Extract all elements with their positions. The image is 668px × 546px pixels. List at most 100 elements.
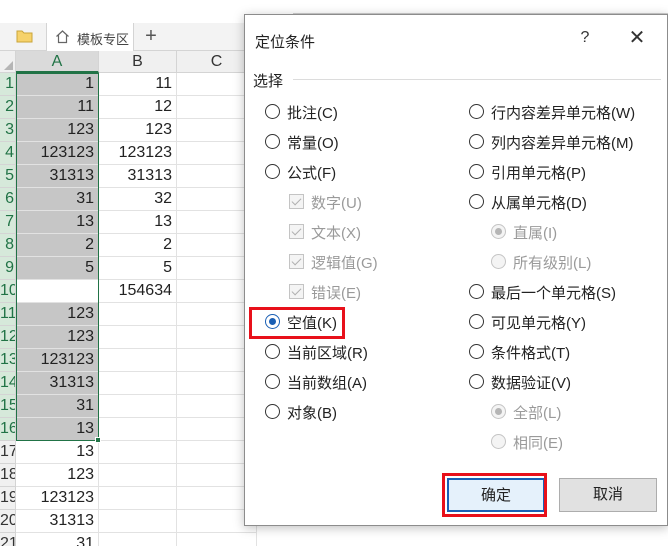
- row-header[interactable]: 3: [0, 119, 16, 142]
- cell-a[interactable]: 31: [16, 395, 99, 418]
- row-header[interactable]: 4: [0, 142, 16, 165]
- cell-a[interactable]: 123: [16, 303, 99, 326]
- go-to-special-dialog: 定位条件 ? ✕ 选择 批注(C) 常量(O) 公式(F) 数字(U) 文本(X) 逻辑值…: [244, 14, 668, 526]
- radio-icon[interactable]: [265, 164, 280, 179]
- cell-a[interactable]: 123123: [16, 142, 99, 165]
- group-divider: [293, 79, 661, 80]
- radio-icon[interactable]: [469, 164, 484, 179]
- cell-b[interactable]: [99, 349, 177, 372]
- cell-a[interactable]: 13: [16, 418, 99, 441]
- option-label: 列内容差异单元格(M): [491, 135, 634, 152]
- cell-b[interactable]: 154634: [99, 280, 177, 303]
- column-header-a[interactable]: A: [16, 51, 99, 73]
- cell-a[interactable]: 31313: [16, 510, 99, 533]
- cell-b[interactable]: [99, 303, 177, 326]
- row-header[interactable]: 19: [0, 487, 16, 510]
- cell-b[interactable]: 2: [99, 234, 177, 257]
- cell-a[interactable]: 123: [16, 464, 99, 487]
- radio-icon[interactable]: [469, 314, 484, 329]
- cell-b[interactable]: 31313: [99, 165, 177, 188]
- cell-a[interactable]: 1: [16, 73, 99, 96]
- row-header[interactable]: 21: [0, 533, 16, 546]
- column-header-b[interactable]: B: [99, 51, 177, 73]
- cell-a[interactable]: 123: [16, 326, 99, 349]
- radio-icon[interactable]: [265, 134, 280, 149]
- row-header[interactable]: 7: [0, 211, 16, 234]
- row-header[interactable]: 12: [0, 326, 16, 349]
- cell-b[interactable]: 32: [99, 188, 177, 211]
- cell-b[interactable]: [99, 326, 177, 349]
- cell-b[interactable]: 12: [99, 96, 177, 119]
- row-header[interactable]: 10: [0, 280, 16, 303]
- row-header[interactable]: 8: [0, 234, 16, 257]
- row-header[interactable]: 9: [0, 257, 16, 280]
- cell-b[interactable]: [99, 372, 177, 395]
- help-button[interactable]: ?: [575, 29, 595, 49]
- radio-icon[interactable]: [265, 374, 280, 389]
- cell-a[interactable]: 31313: [16, 165, 99, 188]
- row-header[interactable]: 20: [0, 510, 16, 533]
- cell-b[interactable]: 5: [99, 257, 177, 280]
- cell-a[interactable]: 31313: [16, 372, 99, 395]
- row-header[interactable]: 2: [0, 96, 16, 119]
- row-header[interactable]: 14: [0, 372, 16, 395]
- radio-icon[interactable]: [265, 344, 280, 359]
- radio-icon[interactable]: [469, 194, 484, 209]
- cell-a[interactable]: 123: [16, 119, 99, 142]
- radio-icon[interactable]: [469, 104, 484, 119]
- row-header[interactable]: 13: [0, 349, 16, 372]
- radio-icon[interactable]: [469, 374, 484, 389]
- close-button[interactable]: ✕: [625, 27, 649, 51]
- cell-b[interactable]: 123: [99, 119, 177, 142]
- tab-template-zone[interactable]: 模板专区: [46, 23, 134, 51]
- radio-icon[interactable]: [469, 284, 484, 299]
- option-label: 可见单元格(Y): [491, 315, 586, 332]
- fill-handle[interactable]: [95, 437, 101, 443]
- option-label: 相同(E): [513, 435, 563, 452]
- row-header[interactable]: 18: [0, 464, 16, 487]
- dialog-title: 定位条件: [255, 34, 316, 51]
- select-all-corner[interactable]: [0, 51, 16, 73]
- cell-b[interactable]: [99, 441, 177, 464]
- cell-a[interactable]: 11: [16, 96, 99, 119]
- row-header[interactable]: 17: [0, 441, 16, 464]
- cell-b[interactable]: 11: [99, 73, 177, 96]
- cell-b[interactable]: [99, 510, 177, 533]
- radio-icon[interactable]: [265, 314, 280, 329]
- ok-button[interactable]: 确定: [447, 478, 545, 512]
- radio-icon[interactable]: [469, 134, 484, 149]
- cell-b[interactable]: [99, 464, 177, 487]
- option-label: 常量(O): [287, 135, 339, 152]
- cell-b[interactable]: 13: [99, 211, 177, 234]
- cell-a[interactable]: [16, 280, 99, 303]
- cell-a[interactable]: 2: [16, 234, 99, 257]
- cell-a[interactable]: 31: [16, 188, 99, 211]
- cell-a[interactable]: 123123: [16, 487, 99, 510]
- radio-icon[interactable]: [265, 104, 280, 119]
- cell-a[interactable]: 13: [16, 211, 99, 234]
- cell-a[interactable]: 13: [16, 441, 99, 464]
- folder-icon[interactable]: [16, 29, 33, 43]
- row-header[interactable]: 16: [0, 418, 16, 441]
- radio-icon[interactable]: [265, 404, 280, 419]
- option-label: 批注(C): [287, 105, 338, 122]
- cell-b[interactable]: [99, 395, 177, 418]
- cell-a[interactable]: 123123: [16, 349, 99, 372]
- cell-b[interactable]: 123123: [99, 142, 177, 165]
- row-header[interactable]: 15: [0, 395, 16, 418]
- row-header[interactable]: 1: [0, 73, 16, 96]
- row-header[interactable]: 5: [0, 165, 16, 188]
- row-header[interactable]: 6: [0, 188, 16, 211]
- cell-b[interactable]: [99, 533, 177, 546]
- row-header[interactable]: 11: [0, 303, 16, 326]
- add-tab-button[interactable]: +: [140, 25, 162, 47]
- cell-b[interactable]: [99, 487, 177, 510]
- radio-icon[interactable]: [469, 344, 484, 359]
- checkbox-icon: [289, 284, 304, 299]
- cell-a[interactable]: 31: [16, 533, 99, 546]
- cell-a[interactable]: 5: [16, 257, 99, 280]
- cell-b[interactable]: [99, 418, 177, 441]
- cancel-button[interactable]: 取消: [559, 478, 657, 512]
- cell-c[interactable]: [177, 533, 257, 546]
- checkbox-icon: [289, 254, 304, 269]
